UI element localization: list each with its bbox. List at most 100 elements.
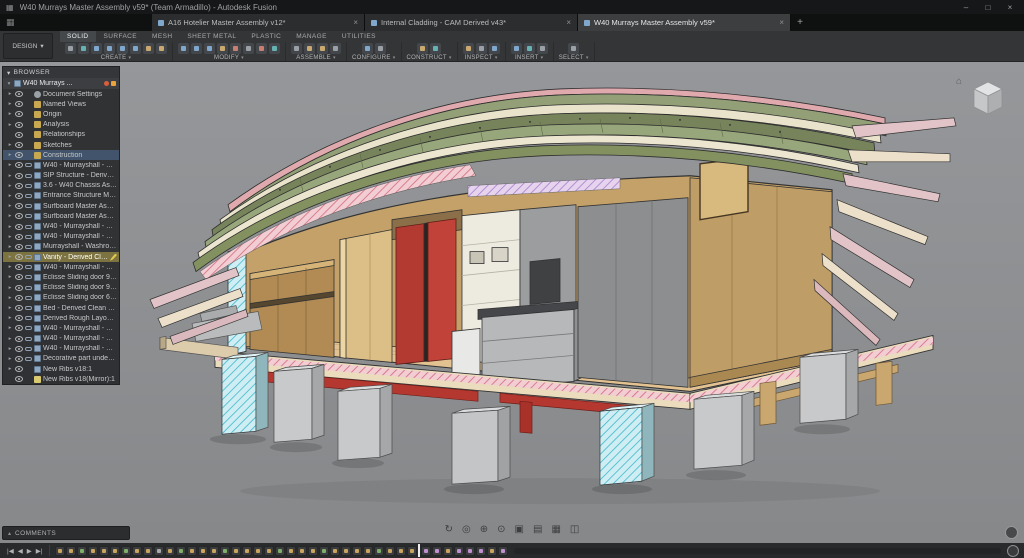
expand-caret[interactable]: ▸ [7, 234, 13, 240]
home-view-icon[interactable]: ⌂ [956, 76, 962, 87]
timeline-feature-icon[interactable] [421, 546, 431, 556]
browser-item[interactable]: ▸ 3.6 - W40 Chassis Asse... [3, 181, 119, 191]
extrude-icon[interactable] [91, 43, 102, 54]
browser-item[interactable]: ▸ Origin [3, 109, 119, 119]
browser-item[interactable]: New Ribs v18(Mirror):1 [3, 374, 119, 384]
visibility-eye-icon[interactable] [15, 366, 23, 372]
physical-material-icon[interactable] [256, 43, 267, 54]
primitives-icon[interactable] [156, 43, 167, 54]
fit-icon[interactable]: ▣ [515, 525, 524, 535]
expand-caret[interactable]: ▾ [6, 81, 12, 87]
document-tab[interactable]: Internal Cladding - CAM Derived v43* × [365, 14, 578, 31]
visibility-eye-icon[interactable] [15, 203, 23, 209]
visibility-eye-icon[interactable] [15, 325, 23, 331]
measure-icon[interactable] [463, 43, 474, 54]
section-analysis-icon[interactable] [489, 43, 500, 54]
browser-item[interactable]: ▸ Construction [3, 150, 119, 160]
as-built-joint-icon[interactable] [317, 43, 328, 54]
browser-item[interactable]: ▸ SIP Structure - Derived ... [3, 171, 119, 181]
visibility-eye-icon[interactable] [15, 122, 23, 128]
expand-caret[interactable]: ▸ [7, 274, 13, 280]
configuration-table-icon[interactable] [375, 43, 386, 54]
expand-caret[interactable]: ▸ [7, 142, 13, 148]
update-available-icon[interactable] [104, 81, 109, 86]
timeline-feature-icon[interactable] [330, 546, 340, 556]
expand-caret[interactable]: ▸ [7, 295, 13, 301]
expand-caret[interactable]: ▸ [7, 285, 13, 291]
timeline-feature-icon[interactable] [187, 546, 197, 556]
pan-icon[interactable]: ⊕ [480, 525, 488, 535]
expand-caret[interactable]: ▸ [7, 224, 13, 230]
browser-item[interactable]: ▸ Named Views [3, 99, 119, 109]
ribbon-group-label[interactable]: CONFIGURE▾ [352, 55, 396, 61]
browser-item[interactable]: ▸ Analysis [3, 120, 119, 130]
visibility-eye-icon[interactable] [15, 101, 23, 107]
timeline-feature-icon[interactable] [443, 546, 453, 556]
rigid-group-icon[interactable] [330, 43, 341, 54]
assemble-new-component-icon[interactable] [291, 43, 302, 54]
close-tab-icon[interactable]: × [779, 18, 784, 27]
timeline-feature-icon[interactable] [55, 546, 65, 556]
timeline-feature-icon[interactable] [132, 546, 142, 556]
browser-item[interactable]: ▸ W40 - Murrayshall - Bun... [3, 221, 119, 231]
browser-item[interactable]: ▸ Document Settings [3, 89, 119, 99]
close-button[interactable]: × [1002, 3, 1018, 12]
ribbon-tab[interactable]: MESH [145, 31, 179, 42]
new-tab-button[interactable]: + [791, 14, 809, 31]
visibility-eye-icon[interactable] [15, 376, 23, 382]
create-sketch-icon[interactable] [78, 43, 89, 54]
look-at-icon[interactable]: ◎ [462, 525, 471, 535]
browser-item[interactable]: ▸ W40 - Murrayshall - Kitc... [3, 323, 119, 333]
expand-caret[interactable]: ▸ [7, 366, 13, 372]
expand-caret[interactable]: ▸ [7, 336, 13, 342]
app-menu-icon[interactable]: ▦ [6, 3, 14, 12]
visibility-eye-icon[interactable] [15, 142, 23, 148]
timeline-feature-icon[interactable] [407, 546, 417, 556]
construction-plane-icon[interactable] [417, 43, 428, 54]
minimize-button[interactable]: – [958, 3, 974, 12]
visibility-eye-icon[interactable] [15, 336, 23, 342]
combine-icon[interactable] [217, 43, 228, 54]
browser-item[interactable]: ▸ Surfboard Master Assem... [3, 201, 119, 211]
timeline-feature-icon[interactable] [220, 546, 230, 556]
timeline-feature-icon[interactable] [352, 546, 362, 556]
ribbon-group-label[interactable]: INSERT▾ [515, 55, 544, 61]
visibility-eye-icon[interactable] [15, 224, 23, 230]
timeline-feature-icon[interactable] [176, 546, 186, 556]
ribbon-group-label[interactable]: SELECT▾ [559, 55, 589, 61]
expand-caret[interactable]: ▸ [7, 183, 13, 189]
expand-caret[interactable]: ▸ [7, 203, 13, 209]
browser-item[interactable]: ▸ Eclisse Sliding door 914... [3, 272, 119, 282]
revolve-icon[interactable] [104, 43, 115, 54]
browser-item[interactable]: ▸ W40 - Murrayshall - Bat... [3, 344, 119, 354]
appearance-icon[interactable] [269, 43, 280, 54]
visibility-eye-icon[interactable] [15, 183, 23, 189]
expand-caret[interactable]: ▸ [7, 111, 13, 117]
timeline-feature-icon[interactable] [432, 546, 442, 556]
ribbon-tab[interactable]: SURFACE [97, 31, 145, 42]
expand-caret[interactable]: ▸ [7, 346, 13, 352]
expand-caret[interactable]: ▸ [7, 91, 13, 97]
timeline-feature-icon[interactable] [253, 546, 263, 556]
visibility-eye-icon[interactable] [15, 356, 23, 362]
expand-caret[interactable]: ▸ [7, 264, 13, 270]
play-button[interactable]: ▶ [25, 547, 34, 555]
timeline-feature-icon[interactable] [396, 546, 406, 556]
construction-axis-icon[interactable] [430, 43, 441, 54]
timeline-feature-icon[interactable] [297, 546, 307, 556]
loft-icon[interactable] [130, 43, 141, 54]
file-menu-icon[interactable]: ▦ [6, 17, 15, 28]
browser-item[interactable]: ▸ W40 - Murrayshall - Mate... [3, 160, 119, 170]
browser-item[interactable]: ▸ Decorative part under the b... [3, 354, 119, 364]
visibility-eye-icon[interactable] [15, 254, 23, 260]
visibility-eye-icon[interactable] [15, 173, 23, 179]
timeline-feature-icon[interactable] [198, 546, 208, 556]
timeline-feature-icon[interactable] [231, 546, 241, 556]
new-component-icon[interactable] [65, 43, 76, 54]
browser-item[interactable]: ▸ Derived Rough Layout St... [3, 313, 119, 323]
maximize-button[interactable]: □ [980, 3, 996, 12]
browser-item[interactable]: ▸ Eclisse Sliding door 614... [3, 293, 119, 303]
ribbon-tab[interactable]: SHEET METAL [180, 31, 243, 42]
timeline-feature-icon[interactable] [374, 546, 384, 556]
expand-caret[interactable]: ▸ [7, 213, 13, 219]
